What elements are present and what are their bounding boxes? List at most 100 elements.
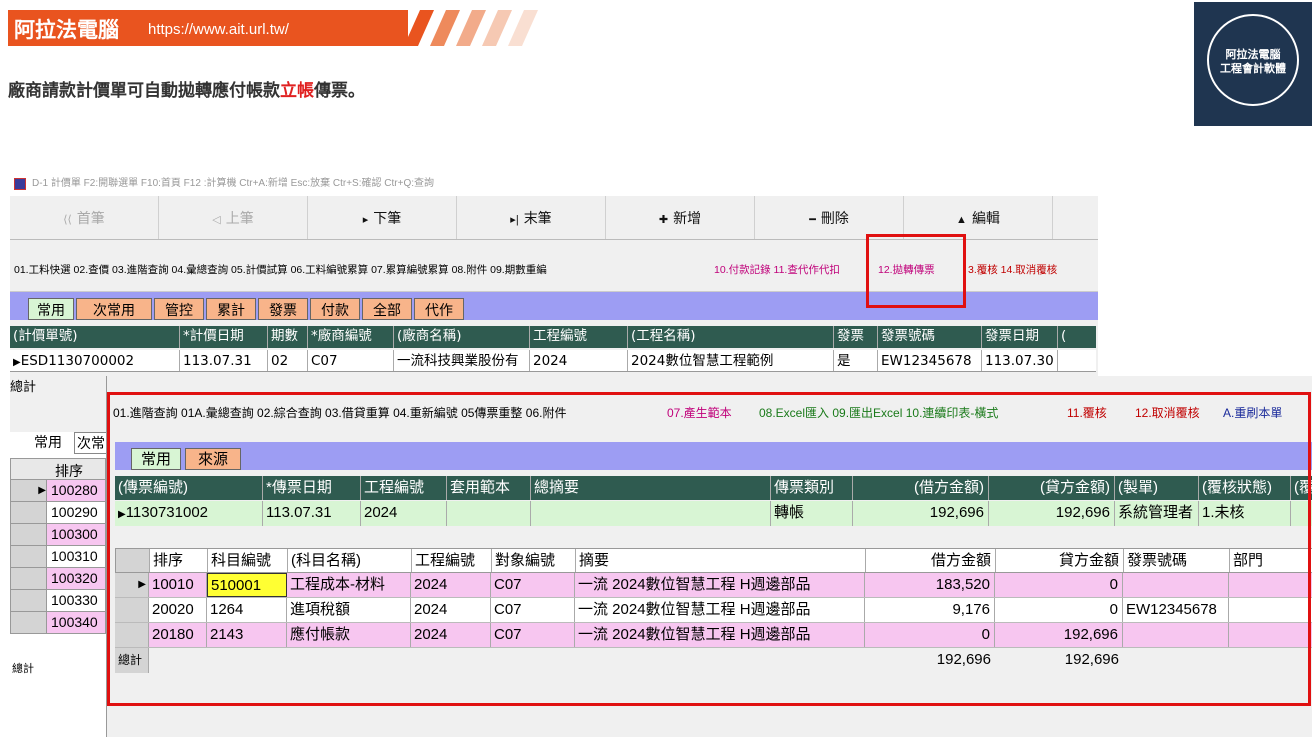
first-record-button[interactable]: ⟨⟨ 首筆 — [10, 196, 159, 239]
left-list-item[interactable]: 100310 — [10, 546, 106, 568]
headline-text: 廠商請款計價單可自動拋轉應付帳款 — [8, 81, 280, 101]
site-banner: 阿拉法電腦 https://www.ait.url.tw/ — [0, 8, 580, 46]
voucher-window: 01.進階查詢 01A.彙總查詢 02.綜合查詢 03.借貸重算 04.重新編號… — [106, 376, 1312, 737]
col-period[interactable]: 期數 — [268, 326, 308, 348]
left-list-value: 100330 — [51, 592, 98, 608]
row-gutter — [11, 590, 47, 611]
col-project-name[interactable]: (工程名稱) — [628, 326, 834, 348]
row-gutter — [11, 502, 47, 523]
first-label: 首筆 — [76, 210, 105, 226]
left-list-item[interactable]: 100340 — [10, 612, 106, 634]
banner-stripe — [455, 10, 487, 46]
delete-button[interactable]: ━ 刪除 — [755, 196, 904, 239]
tab-subcontract[interactable]: 代作 — [414, 298, 464, 320]
col-invoice-no[interactable]: (計價單號) — [10, 326, 180, 348]
function-group-2[interactable]: 10.付款記錄 11.查代作代扣 — [714, 262, 840, 277]
left-list-value: 100340 — [51, 614, 98, 630]
logo-line-1: 阿拉法電腦 — [1225, 48, 1281, 61]
function-group-3[interactable]: 3.覆核 14.取消覆核 — [968, 262, 1057, 277]
invoice-total-label: 總計 — [10, 379, 37, 394]
headline-text-end: 傳票。 — [314, 81, 365, 101]
edit-label: 編輯 — [971, 210, 1000, 226]
cell-invoice-no[interactable]: ▶ESD1130700002 — [10, 350, 180, 371]
left-list-item[interactable]: 100330 — [10, 590, 106, 612]
next-record-button[interactable]: ▸ 下筆 — [308, 196, 457, 239]
cell-period[interactable]: 02 — [268, 350, 308, 371]
window-title: D-1 計價單 F2:開聯選單 F10:首頁 F12 :計算機 Ctr+A:新增… — [32, 178, 434, 189]
cell-project-id[interactable]: 2024 — [530, 350, 628, 371]
cell-invoice-date2[interactable]: 113.07.30 — [982, 350, 1058, 371]
cell-invoice-date[interactable]: 113.07.31 — [180, 350, 268, 371]
row-gutter — [11, 568, 47, 589]
headline-highlight: 立帳 — [280, 81, 314, 101]
prev-record-button[interactable]: ◁ 上筆 — [159, 196, 308, 239]
tab-all[interactable]: 全部 — [362, 298, 412, 320]
prev-icon: ◁ — [212, 214, 221, 226]
banner-stripe — [507, 10, 539, 46]
left-list-value: 100300 — [51, 526, 98, 542]
left-tab-secondary[interactable]: 次常 — [74, 432, 108, 454]
col-more[interactable]: ( — [1058, 326, 1096, 348]
function-group-1[interactable]: 01.工料快選 02.查價 03.進階查詢 04.彙總查詢 05.計價試算 06… — [14, 262, 547, 277]
col-invoice-date[interactable]: *計價日期 — [180, 326, 268, 348]
col-invoice-number[interactable]: 發票號碼 — [878, 326, 982, 348]
last-icon: ▸| — [510, 214, 519, 226]
left-list-value: 100280 — [51, 482, 98, 498]
minus-icon: ━ — [809, 214, 816, 226]
left-header-label: 排序 — [55, 463, 83, 479]
row-pointer-icon: ▶ — [13, 357, 21, 368]
left-tab-common[interactable]: 常用 — [34, 432, 62, 452]
left-list-item[interactable]: 100320 — [10, 568, 106, 590]
highlight-box — [866, 234, 966, 308]
logo-circle: 阿拉法電腦 工程會計軟體 — [1207, 14, 1299, 106]
col-invoice-date2[interactable]: 發票日期 — [982, 326, 1058, 348]
invoice-grid-header: (計價單號) *計價日期 期數 *廠商編號 (廠商名稱) 工程編號 (工程名稱)… — [10, 326, 1096, 348]
company-logo: 阿拉法電腦 工程會計軟體 — [1194, 2, 1312, 126]
left-header: 排序 — [10, 458, 106, 480]
row-gutter — [11, 524, 47, 545]
brand-url[interactable]: https://www.ait.url.tw/ — [148, 21, 289, 38]
col-project-id[interactable]: 工程編號 — [530, 326, 628, 348]
cell-invoice-number[interactable]: EW12345678 — [878, 350, 982, 371]
col-vendor-name[interactable]: (廠商名稱) — [394, 326, 530, 348]
row-gutter — [11, 546, 47, 567]
next-label: 下筆 — [373, 210, 402, 226]
first-icon: ⟨⟨ — [63, 214, 72, 226]
add-label: 新增 — [673, 210, 702, 226]
cell-invoice-flag[interactable]: 是 — [834, 350, 878, 371]
prev-label: 上筆 — [225, 210, 254, 226]
left-list-item[interactable]: 100300 — [10, 524, 106, 546]
left-list-value: 100320 — [51, 570, 98, 586]
row-gutter: ▶ — [11, 480, 47, 501]
invoice-row[interactable]: ▶ESD1130700002 113.07.31 02 C07 一流科技興業股份… — [10, 350, 1096, 372]
delete-label: 刪除 — [820, 210, 849, 226]
col-vendor-id[interactable]: *廠商編號 — [308, 326, 394, 348]
left-list-value: 100310 — [51, 548, 98, 564]
banner-stripe — [429, 10, 461, 46]
next-icon: ▸ — [362, 214, 369, 226]
tab-invoice[interactable]: 發票 — [258, 298, 308, 320]
tab-control[interactable]: 管控 — [154, 298, 204, 320]
banner-stripe — [481, 10, 513, 46]
left-list-value: 100290 — [51, 504, 98, 520]
app-icon — [14, 178, 26, 190]
add-button[interactable]: ✚ 新增 — [606, 196, 755, 239]
col-invoice-flag[interactable]: 發票 — [834, 326, 878, 348]
cell-vendor-id[interactable]: C07 — [308, 350, 394, 371]
plus-icon: ✚ — [658, 214, 669, 226]
banner-stripe — [403, 10, 435, 46]
tab-common[interactable]: 常用 — [28, 298, 74, 320]
row-gutter — [11, 612, 47, 633]
left-list-item[interactable]: ▶ 100280 — [10, 480, 106, 502]
left-total-label: 總計 — [12, 663, 34, 675]
cell-project-name[interactable]: 2024數位智慧工程範例 — [628, 350, 834, 371]
voucher-highlight-box — [107, 392, 1311, 706]
edit-button[interactable]: ▲ 編輯 — [904, 196, 1053, 239]
left-list-item[interactable]: 100290 — [10, 502, 106, 524]
logo-line-2: 工程會計軟體 — [1220, 62, 1286, 75]
tab-cumulative[interactable]: 累計 — [206, 298, 256, 320]
tab-payment[interactable]: 付款 — [310, 298, 360, 320]
last-record-button[interactable]: ▸| 末筆 — [457, 196, 606, 239]
tab-secondary[interactable]: 次常用 — [76, 298, 152, 320]
cell-vendor-name[interactable]: 一流科技興業股份有 — [394, 350, 530, 371]
